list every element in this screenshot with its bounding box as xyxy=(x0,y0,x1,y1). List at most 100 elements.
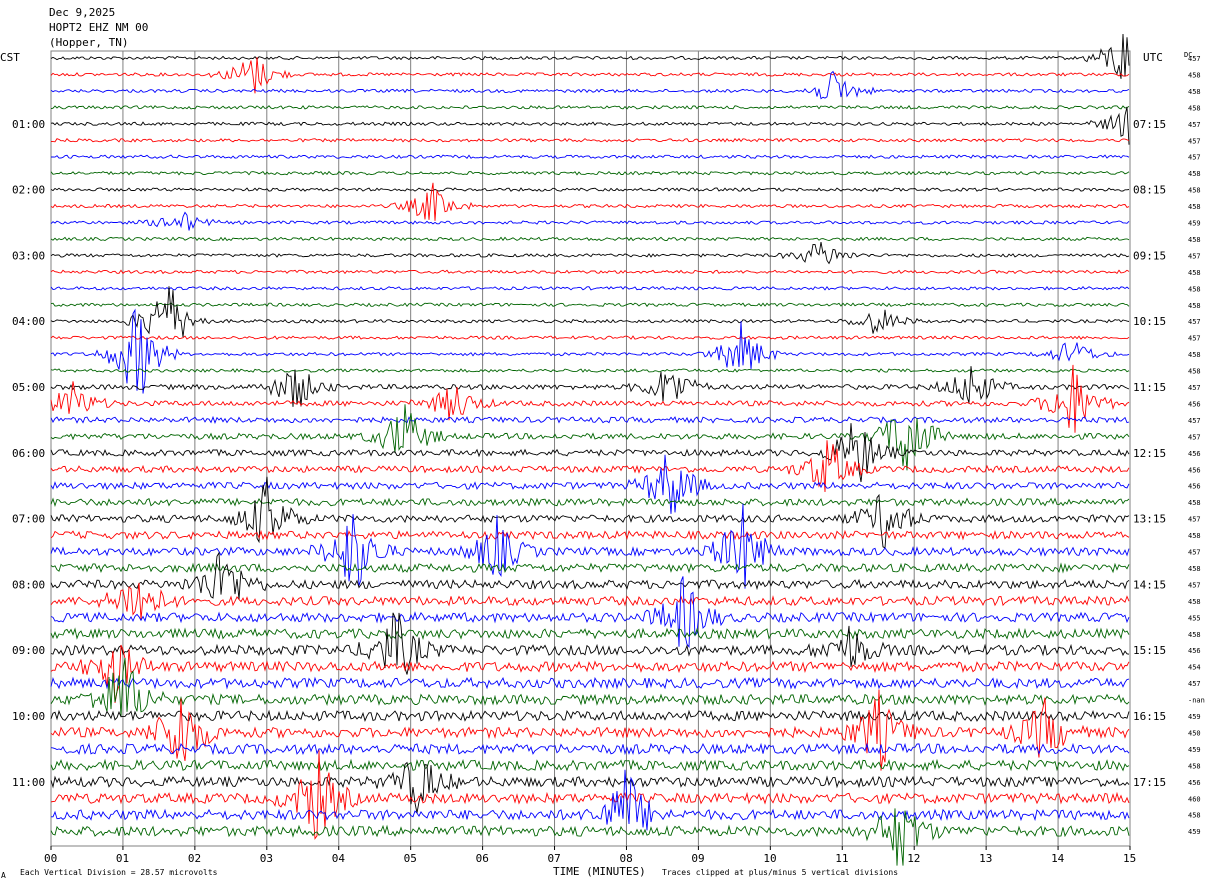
trace-line xyxy=(50,676,1130,690)
trace-line xyxy=(50,415,1130,424)
trace-line xyxy=(50,308,1130,394)
trace-line xyxy=(50,758,1130,773)
right-time-label: 17:15 xyxy=(1133,776,1166,789)
trace-line xyxy=(50,808,1130,866)
left-time-label: 10:00 xyxy=(12,710,45,723)
left-time-label: 03:00 xyxy=(12,249,45,262)
trace-line xyxy=(50,366,1130,407)
dc-offset-label: 458 xyxy=(1188,302,1201,310)
left-timezone-label: CST xyxy=(0,51,20,64)
trace-line xyxy=(50,497,1130,507)
dc-offset-label: 457 xyxy=(1188,154,1201,162)
trace-line xyxy=(50,286,1130,338)
dc-offset-label: 456 xyxy=(1188,466,1201,474)
right-time-label: 14:15 xyxy=(1133,578,1166,591)
x-tick-labels: 00 01 02 03 04 05 06 07 08 09 10 11 12 13 14 15 xyxy=(44,846,1136,865)
dc-offset-label: 457 xyxy=(1188,516,1201,524)
dc-offset-label: 457 xyxy=(1188,680,1201,688)
dc-offset-label: 457 xyxy=(1188,417,1201,425)
dc-offset-label: 457 xyxy=(1188,137,1201,145)
trace-line xyxy=(50,689,1130,771)
trace-line xyxy=(50,236,1130,242)
x-tick-label: 15 xyxy=(1123,852,1136,865)
plot-frame xyxy=(50,50,1131,847)
trace-line xyxy=(50,454,1130,514)
dc-offset-label: -nan xyxy=(1188,697,1205,705)
dc-offset-label: 454 xyxy=(1188,664,1201,672)
trace-line xyxy=(50,709,1130,723)
x-tick-label: 05 xyxy=(404,852,417,865)
left-time-label: 07:00 xyxy=(12,513,45,526)
x-tick-label: 04 xyxy=(332,852,346,865)
x-tick-label: 10 xyxy=(763,852,776,865)
dc-offset-label: 458 xyxy=(1188,71,1201,79)
dc-offset-label: 458 xyxy=(1188,170,1201,178)
x-tick-label: 01 xyxy=(116,852,129,865)
right-time-labels: 07:15 08:15 09:15 10:15 11:15 12:15 13:15 14:15… xyxy=(1133,118,1166,789)
trace-line xyxy=(50,562,1130,574)
trace-line xyxy=(50,551,1130,600)
right-time-label: 08:15 xyxy=(1133,184,1166,197)
dc-offset-label: 458 xyxy=(1188,762,1201,770)
trace-line xyxy=(50,302,1130,308)
scale-note: Each Vertical Division = 28.57 microvolt… xyxy=(20,868,218,877)
dc-offset-label: 458 xyxy=(1188,598,1201,606)
x-tick-label: 07 xyxy=(548,852,561,865)
dc-offset-label: 458 xyxy=(1188,203,1201,211)
x-tick-label: 06 xyxy=(476,852,489,865)
dc-offset-labels: 457 458 458 458 457 457 457 458 458 458 459 458 457 4… xyxy=(1188,55,1205,836)
dc-offset-label: 456 xyxy=(1188,779,1201,787)
trace-line xyxy=(50,404,1130,471)
dc-offset-label: 456 xyxy=(1188,647,1201,655)
dc-offset-label: 455 xyxy=(1188,614,1201,622)
x-axis-title: TIME (MINUTES) xyxy=(553,865,646,878)
dc-offset-label: 458 xyxy=(1188,532,1201,540)
grid-lines xyxy=(50,50,1131,847)
dc-offset-label: 459 xyxy=(1188,713,1201,721)
trace-line xyxy=(50,335,1130,340)
clip-note: Traces clipped at plus/minus 5 vertical … xyxy=(662,868,898,877)
dc-offset-label: 458 xyxy=(1188,285,1201,293)
left-time-label: 02:00 xyxy=(12,184,45,197)
dc-offset-label: 457 xyxy=(1188,252,1201,260)
dc-offset-label: 457 xyxy=(1188,581,1201,589)
dc-offset-label: 458 xyxy=(1188,187,1201,195)
dc-offset-label: 457 xyxy=(1188,318,1201,326)
dc-offset-label: 458 xyxy=(1188,499,1201,507)
x-tick-label: 03 xyxy=(260,852,273,865)
left-time-label: 06:00 xyxy=(12,447,45,460)
left-time-label: 04:00 xyxy=(12,315,45,328)
right-time-label: 10:15 xyxy=(1133,315,1166,328)
dc-offset-label: 456 xyxy=(1188,483,1201,491)
trace-line xyxy=(50,137,1130,143)
left-time-label: 01:00 xyxy=(12,118,45,131)
trace-line xyxy=(50,187,1130,192)
right-time-label: 16:15 xyxy=(1133,710,1166,723)
dc-offset-label: 458 xyxy=(1188,236,1201,244)
right-time-label: 15:15 xyxy=(1133,644,1166,657)
seismic-traces xyxy=(50,33,1130,866)
right-time-label: 12:15 xyxy=(1133,447,1166,460)
left-time-label: 08:00 xyxy=(12,578,45,591)
trace-line xyxy=(50,242,1130,265)
left-time-labels: 01:00 02:00 03:00 04:00 05:00 06:00 07:00 08:00… xyxy=(12,118,45,789)
dc-offset-label: 457 xyxy=(1188,55,1201,63)
right-time-label: 13:15 xyxy=(1133,513,1166,526)
trace-line xyxy=(50,742,1130,756)
right-time-label: 09:15 xyxy=(1133,249,1166,262)
dc-offset-label: 460 xyxy=(1188,795,1201,803)
trace-line xyxy=(50,285,1130,291)
station-label: HOPT2 EHZ NM 00 xyxy=(49,21,148,34)
trace-line xyxy=(50,170,1130,176)
trace-line xyxy=(51,154,1130,159)
dc-offset-label: 458 xyxy=(1188,104,1201,112)
trace-line xyxy=(50,627,1130,640)
dc-offset-label: 457 xyxy=(1188,549,1201,557)
trace-line xyxy=(50,105,1130,110)
dc-offset-label: 456 xyxy=(1188,450,1201,458)
trace-line xyxy=(50,423,1130,483)
trace-line xyxy=(50,761,1130,813)
dc-offset-label: 457 xyxy=(1188,433,1201,441)
x-tick-label: 02 xyxy=(188,852,201,865)
dc-offset-label: 458 xyxy=(1188,812,1201,820)
